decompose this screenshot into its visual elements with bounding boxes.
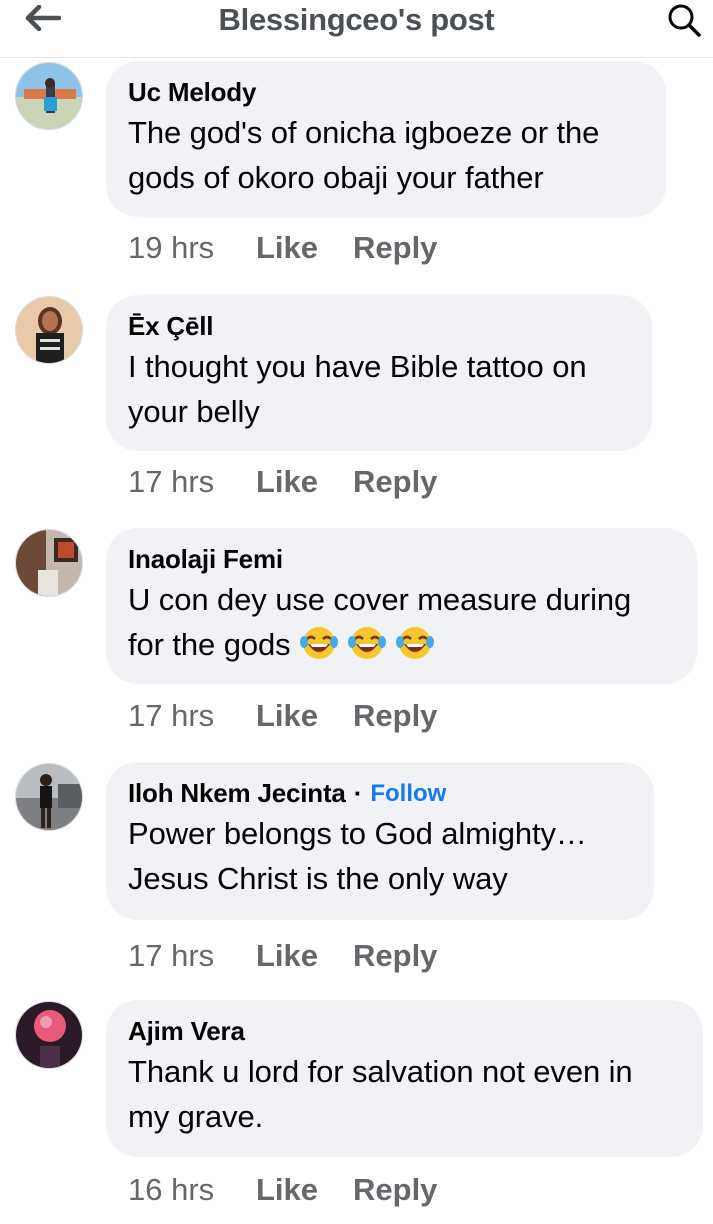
comment-time[interactable]: 16 hrs	[128, 1172, 256, 1208]
avatar[interactable]	[15, 1001, 83, 1069]
reply-button[interactable]: Reply	[353, 938, 437, 974]
comment-actions: 19 hrs Like Reply	[128, 230, 437, 266]
comment-time[interactable]: 19 hrs	[128, 230, 256, 266]
like-button[interactable]: Like	[256, 938, 353, 974]
separator-dot: ·	[353, 778, 363, 808]
comment-bubble[interactable]: Uc Melody The god's of onicha igboeze or…	[106, 61, 666, 217]
like-button[interactable]: Like	[256, 1172, 353, 1208]
avatar[interactable]	[15, 529, 83, 597]
comment-text: The god's of onicha igboeze or the gods …	[128, 115, 600, 195]
comment-text: Power belongs to God almighty… Jesus Chr…	[128, 816, 587, 896]
comment-actions: 17 hrs Like Reply	[128, 698, 437, 734]
avatar[interactable]	[15, 296, 83, 364]
like-button[interactable]: Like	[256, 464, 353, 500]
laughing-emoji-icon	[347, 627, 386, 659]
follow-button[interactable]: Follow	[370, 780, 446, 808]
comment-time[interactable]: 17 hrs	[128, 698, 256, 734]
comment-author[interactable]: Ēx Çēll	[128, 311, 214, 342]
comment-bubble[interactable]: Ajim Vera Thank u lord for salvation not…	[106, 1000, 703, 1157]
comment-text: I thought you have Bible tattoo on your …	[128, 349, 587, 429]
comment-bubble[interactable]: Iloh Nkem Jecinta · Follow Power belongs…	[106, 762, 654, 920]
like-button[interactable]: Like	[256, 698, 353, 734]
reply-button[interactable]: Reply	[353, 1172, 437, 1208]
comment-text: Thank u lord for salvation not even in m…	[128, 1054, 633, 1134]
top-bar: Blessingceo's post	[0, 0, 713, 58]
search-button[interactable]	[664, 2, 704, 38]
comment-time[interactable]: 17 hrs	[128, 938, 256, 974]
comment-author[interactable]: Inaolaji Femi	[128, 544, 283, 575]
avatar[interactable]	[15, 763, 83, 831]
comment-author[interactable]: Uc Melody	[128, 77, 256, 108]
comment-time[interactable]: 17 hrs	[128, 464, 256, 500]
comment-actions: 17 hrs Like Reply	[128, 464, 437, 500]
reply-button[interactable]: Reply	[353, 464, 437, 500]
reply-button[interactable]: Reply	[353, 698, 437, 734]
page-title: Blessingceo's post	[218, 2, 495, 37]
comment-text: U con dey use cover measure during for t…	[128, 577, 675, 667]
reply-button[interactable]: Reply	[353, 230, 437, 266]
comment-actions: 17 hrs Like Reply	[128, 938, 437, 974]
comment-actions: 16 hrs Like Reply	[128, 1172, 437, 1208]
comment-bubble[interactable]: Inaolaji Femi U con dey use cover measur…	[106, 528, 697, 684]
laughing-emoji-icon	[395, 627, 434, 659]
comment-author[interactable]: Ajim Vera	[128, 1016, 245, 1047]
like-button[interactable]: Like	[256, 230, 353, 266]
laughing-emoji-icon	[299, 627, 338, 659]
comment-author[interactable]: Iloh Nkem Jecinta	[128, 778, 346, 809]
avatar[interactable]	[15, 62, 83, 130]
search-icon	[668, 4, 701, 37]
comment-bubble[interactable]: Ēx Çēll I thought you have Bible tattoo …	[106, 295, 652, 451]
